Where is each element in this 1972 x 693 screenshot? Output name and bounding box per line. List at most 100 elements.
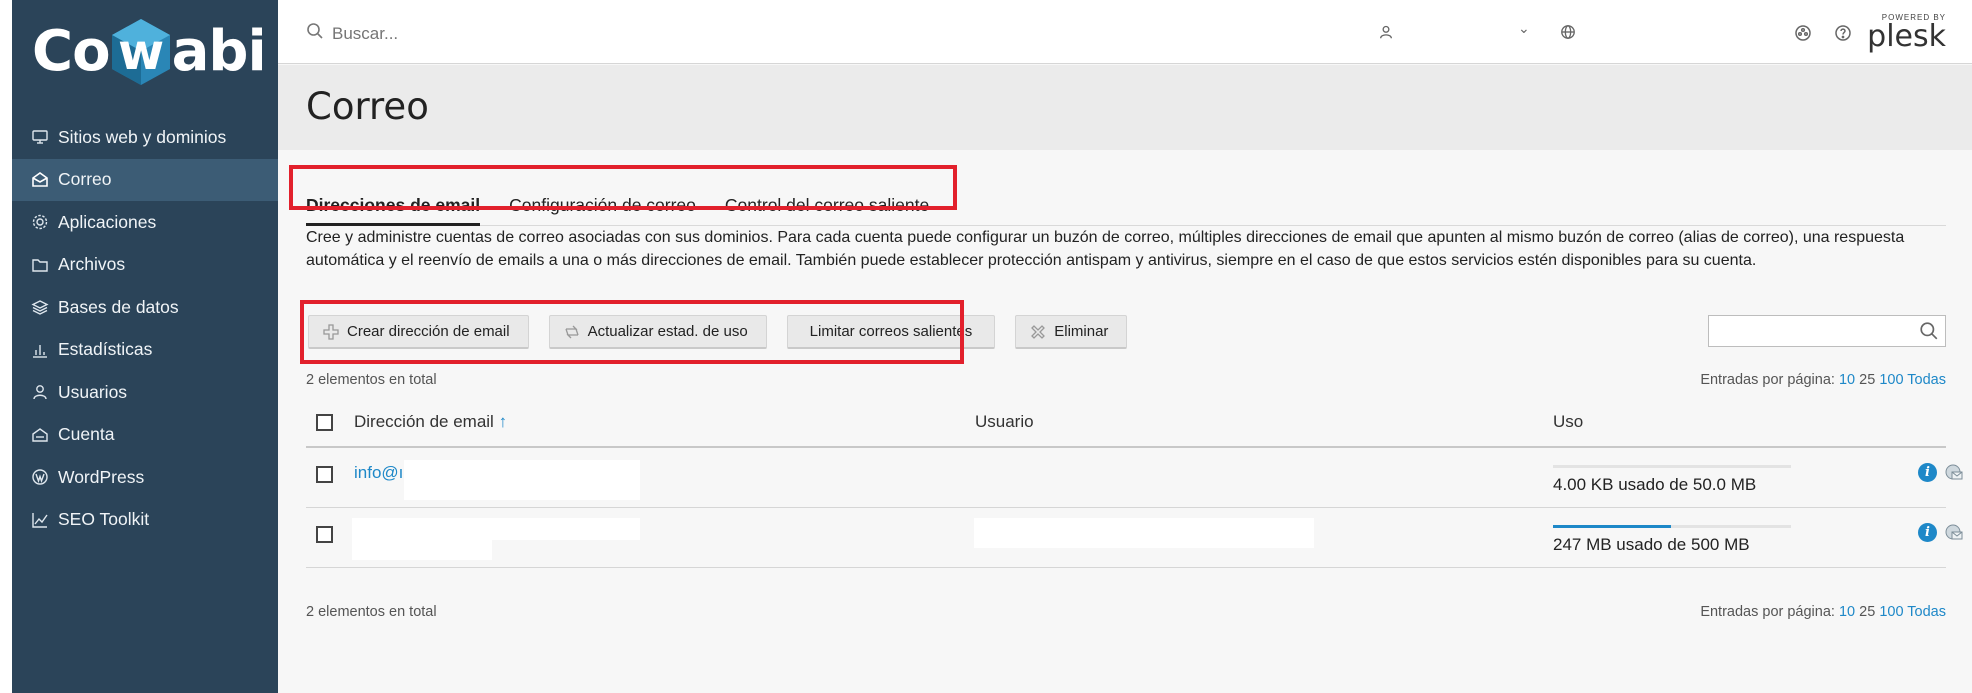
sidebar-item-correo[interactable]: Correo [12, 158, 278, 201]
logo-hexagon-icon: w [106, 17, 176, 87]
per-page-100[interactable]: 100 [1879, 372, 1903, 388]
brand-logo[interactable]: Co w abi [12, 0, 278, 110]
redacted-block [352, 540, 492, 560]
row-checkbox[interactable] [316, 526, 333, 543]
redacted-user [974, 518, 1314, 548]
table-row: info@ı 4.00 KB usado de 50.0 MB i [306, 448, 1963, 508]
usage-text: 4.00 KB usado de 50.0 MB [1553, 475, 1757, 494]
page-header: Correo [278, 65, 1972, 150]
per-page-label: Entradas por página: [1700, 604, 1835, 620]
account-icon [31, 426, 49, 444]
sidebar: Co w abi Sitios web y dominios Correo Ap… [12, 0, 278, 693]
logo-text-right: abi [171, 19, 267, 84]
sidebar-item-label: Cuenta [58, 424, 115, 445]
per-page-100[interactable]: 100 [1879, 604, 1903, 620]
per-page-all[interactable]: Todas [1907, 372, 1946, 388]
column-usage[interactable]: Uso [1553, 412, 1583, 432]
items-total-bottom: 2 elementos en total [306, 604, 437, 620]
help-icon [1834, 24, 1852, 45]
page-description: Cree y administre cuentas de correo asoc… [306, 229, 1905, 269]
delete-label: Eliminar [1054, 323, 1109, 340]
user-menu[interactable] [1378, 24, 1394, 43]
sidebar-item-label: Aplicaciones [58, 211, 157, 232]
window-edge [0, 0, 12, 693]
table-header: Dirección de email ↑ Usuario Uso [306, 398, 1946, 448]
email-link[interactable]: info@ı [354, 463, 403, 483]
usage-text: 247 MB usado de 500 MB [1553, 535, 1750, 554]
envelope-open-icon [31, 171, 49, 189]
table-row: 247 MB usado de 500 MB i [306, 508, 1963, 568]
sidebar-item-label: Usuarios [58, 381, 128, 402]
list-search [1708, 315, 1946, 347]
per-page-25[interactable]: 25 [1859, 604, 1875, 620]
usage-bar [1553, 525, 1791, 528]
info-icon[interactable]: i [1918, 523, 1937, 542]
sidebar-item-label: SEO Toolkit [58, 509, 150, 530]
plesk-logo: POWERED BY plesk [1867, 13, 1946, 52]
sidebar-item-label: Archivos [58, 254, 126, 275]
sidebar-item-seo-toolkit[interactable]: SEO Toolkit [12, 499, 278, 542]
redacted-block [352, 518, 640, 540]
sidebar-item-label: Sitios web y dominios [58, 126, 227, 147]
items-total-top: 2 elementos en total [306, 372, 437, 388]
sidebar-item-aplicaciones[interactable]: Aplicaciones [12, 201, 278, 244]
per-page-25[interactable]: 25 [1859, 372, 1875, 388]
sidebar-item-label: WordPress [58, 466, 145, 487]
sidebar-item-cuenta[interactable]: Cuenta [12, 414, 278, 457]
sidebar-item-wordpress[interactable]: WordPress [12, 456, 278, 499]
mailbox-settings-icon[interactable] [1944, 463, 1964, 483]
per-page-10[interactable]: 10 [1839, 604, 1855, 620]
subscription-selector[interactable] [1560, 24, 1576, 43]
logo-text-left: Co [32, 19, 111, 84]
search-icon[interactable] [1919, 321, 1939, 346]
sidebar-item-label: Estadísticas [58, 339, 153, 360]
sidebar-item-bases-de-datos[interactable]: Bases de datos [12, 286, 278, 329]
chevron-down-icon: ⌄ [1518, 20, 1530, 36]
sidebar-item-label: Bases de datos [58, 296, 179, 317]
sidebar-item-label: Correo [58, 169, 112, 190]
user-menu-dropdown[interactable]: ⌄ [1518, 20, 1530, 37]
plesk-wordmark: plesk [1867, 19, 1946, 54]
toolbar-highlight-box [300, 300, 964, 364]
sidebar-item-archivos[interactable]: Archivos [12, 244, 278, 287]
gear-icon [31, 213, 49, 231]
info-icon[interactable]: i [1918, 463, 1937, 482]
user-icon [1378, 24, 1394, 43]
bar-chart-icon [31, 341, 49, 359]
search-icon [306, 22, 324, 45]
seo-chart-icon [31, 511, 49, 529]
sidebar-item-usuarios[interactable]: Usuarios [12, 371, 278, 414]
tabs-highlight-box [289, 165, 957, 210]
mailbox-settings-icon[interactable] [1944, 523, 1964, 543]
search-input[interactable] [332, 23, 632, 44]
wordpress-icon [31, 468, 49, 486]
select-all-checkbox[interactable] [316, 414, 333, 431]
pagination-top: Entradas por página: 10 25 100 Todas [1700, 372, 1946, 388]
usage-bar [1553, 465, 1791, 468]
per-page-all[interactable]: Todas [1907, 604, 1946, 620]
layers-icon [31, 298, 49, 316]
per-page-10[interactable]: 10 [1839, 372, 1855, 388]
palette-icon [1794, 24, 1812, 45]
sidebar-item-estadisticas[interactable]: Estadísticas [12, 329, 278, 372]
top-bar: ⌄ POWERED BY plesk [278, 0, 1972, 64]
column-user[interactable]: Usuario [975, 412, 1034, 432]
delete-button[interactable]: Eliminar [1015, 315, 1128, 349]
page-title: Correo [306, 85, 429, 128]
theme-button[interactable] [1794, 24, 1812, 45]
list-search-input[interactable] [1709, 316, 1909, 346]
email-table: Dirección de email ↑ Usuario Uso info@ı … [306, 398, 1963, 568]
folder-icon [31, 256, 49, 274]
column-email[interactable]: Dirección de email ↑ [354, 412, 507, 432]
logo-text-mid: w [117, 23, 164, 81]
globe-icon [1560, 24, 1576, 43]
help-button[interactable] [1834, 24, 1852, 45]
row-checkbox[interactable] [316, 466, 333, 483]
global-search [306, 22, 632, 45]
sidebar-item-sitios-web[interactable]: Sitios web y dominios [12, 116, 278, 159]
per-page-label: Entradas por página: [1700, 372, 1835, 388]
column-email-label: Dirección de email [354, 412, 494, 431]
sort-arrow-icon: ↑ [498, 412, 508, 431]
redacted-block [404, 460, 640, 500]
delete-x-icon [1028, 322, 1048, 342]
